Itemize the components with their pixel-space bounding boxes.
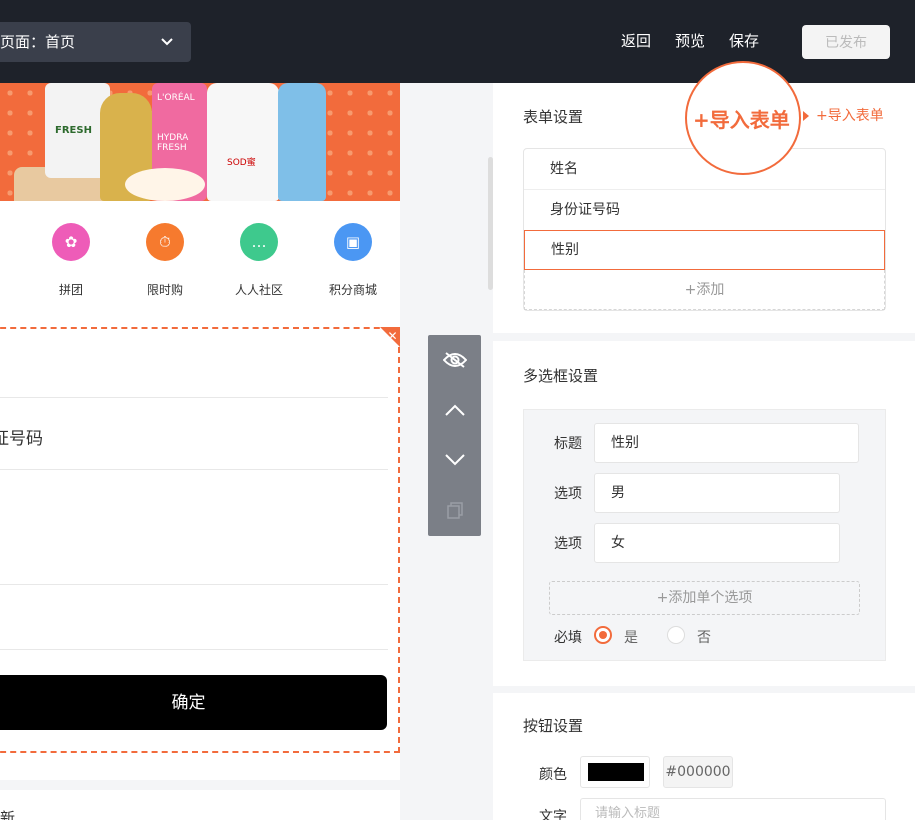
icon-label: 积分商城	[328, 283, 377, 297]
add-field-button[interactable]: +添加	[524, 270, 885, 310]
callout-text: +导入表单	[693, 108, 790, 132]
cream-dish	[125, 168, 205, 201]
page-select-label: 页面：首页	[0, 33, 76, 51]
color-fill	[588, 763, 644, 781]
text-label: 文字	[539, 809, 567, 820]
icon-label: 拼团	[58, 283, 83, 297]
divider	[0, 584, 388, 585]
option-input[interactable]: 女	[594, 523, 840, 563]
form-settings-title: 表单设置	[523, 108, 584, 126]
import-form-link[interactable]: +导入表单	[816, 105, 884, 125]
icon-label: 限时购	[146, 283, 183, 297]
option-label: 选项	[554, 486, 582, 502]
icon-label: 人人社区	[234, 283, 283, 297]
divider	[0, 469, 388, 470]
title-label: 标题	[554, 436, 582, 452]
publish-button[interactable]: 已发布	[802, 25, 890, 59]
field-row[interactable]: 身份证号码	[524, 190, 885, 231]
chat-icon: …	[240, 223, 278, 261]
save-button[interactable]: 保存	[729, 30, 759, 51]
icon-item-flashsale[interactable]: ⏱ 限时购	[125, 223, 205, 298]
group-buy-icon: ✿	[52, 223, 90, 261]
field-list: 姓名 身份证号码 性别 +添加	[523, 148, 886, 311]
multiselect-section: 多选框设置 标题 性别 选项 男 选项 女 +添加单个选项 必填 是 否	[493, 341, 915, 686]
callout-arrow-icon	[803, 111, 809, 121]
multiselect-box: 标题 性别 选项 男 选项 女 +添加单个选项 必填 是 否	[523, 409, 886, 661]
option-input[interactable]: 男	[594, 473, 840, 513]
copy-icon[interactable]	[428, 485, 481, 535]
settings-panel: 表单设置 姓名 身份证号码 性别 +添加 +导入表单 +导入表单 多选框设置 标…	[493, 61, 915, 820]
move-up-icon[interactable]	[428, 385, 481, 435]
icon-item-community[interactable]: … 人人社区	[219, 223, 299, 298]
sod-bottle: SOD蜜	[207, 83, 279, 201]
form-field-idcard: 证号码	[0, 429, 43, 449]
multiselect-title: 多选框设置	[523, 367, 599, 385]
color-hex-input[interactable]: #000000	[663, 756, 733, 788]
confirm-button[interactable]: 确定	[0, 675, 387, 730]
form-settings-section: 表单设置 姓名 身份证号码 性别 +添加 +导入表单 +导入表单	[493, 61, 915, 333]
move-down-icon[interactable]	[428, 435, 481, 485]
blue-bottle	[278, 83, 326, 201]
color-label: 颜色	[539, 767, 567, 783]
page-select[interactable]: 页面：首页	[0, 22, 191, 62]
bag-icon: ▣	[334, 223, 372, 261]
add-option-button[interactable]: +添加单个选项	[549, 581, 860, 615]
icon-item-points[interactable]: ▣ 积分商城	[313, 223, 393, 298]
close-icon[interactable]: ✕	[380, 327, 400, 347]
phone-preview: FRESH HYDRA FRESH L'ORÉAL SOD蜜 ✿ 拼团 ⏱ 限时…	[0, 83, 400, 820]
no-label: 否	[697, 630, 711, 646]
chevron-down-icon	[161, 22, 173, 79]
bottom-module	[0, 780, 400, 820]
button-text-input[interactable]: 请输入标题	[580, 798, 886, 820]
yes-label: 是	[624, 630, 638, 646]
product-banner[interactable]: FRESH HYDRA FRESH L'ORÉAL SOD蜜	[0, 83, 400, 201]
required-label: 必填	[554, 630, 582, 646]
top-header: 页面：首页 返回 预览 保存 已发布	[0, 0, 915, 83]
back-button[interactable]: 返回	[621, 30, 651, 51]
feature-icons: ✿ 拼团 ⏱ 限时购 … 人人社区 ▣ 积分商城	[0, 223, 400, 313]
required-yes-radio[interactable]	[594, 626, 612, 644]
color-picker[interactable]	[580, 756, 650, 788]
bottom-text: 新	[0, 809, 16, 820]
button-settings-title: 按钮设置	[523, 717, 584, 735]
divider	[0, 397, 388, 398]
divider	[0, 649, 388, 650]
title-input[interactable]: 性别	[594, 423, 859, 463]
module-toolbar	[428, 335, 481, 536]
field-row-selected[interactable]: 性别	[524, 230, 885, 270]
icon-item-groupbuy[interactable]: ✿ 拼团	[31, 223, 111, 298]
preview-button[interactable]: 预览	[675, 30, 705, 51]
eye-icon[interactable]	[428, 335, 481, 385]
required-no-radio[interactable]	[667, 626, 685, 644]
timer-icon: ⏱	[146, 223, 184, 261]
option-label: 选项	[554, 536, 582, 552]
